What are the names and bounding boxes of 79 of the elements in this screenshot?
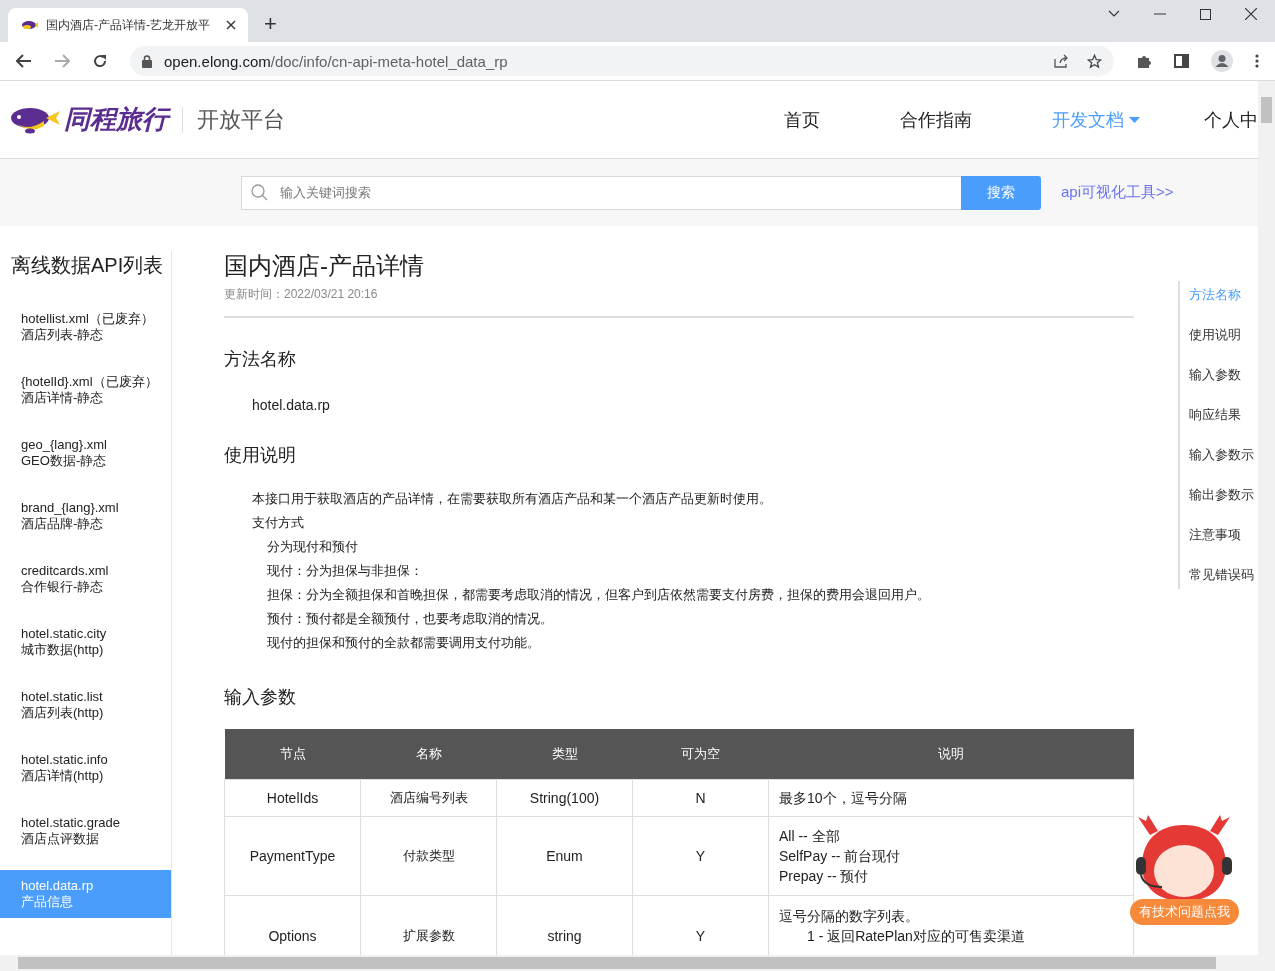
caret-icon bbox=[1129, 116, 1140, 123]
horizontal-scrollbar[interactable] bbox=[0, 955, 1275, 971]
tab-title: 国内酒店-产品详情-艺龙开放平 bbox=[46, 16, 211, 34]
sidebar-title: 离线数据API列表 bbox=[10, 253, 165, 278]
toc-link[interactable]: 输出参数示 bbox=[1180, 481, 1258, 509]
column-header: 说明 bbox=[768, 729, 1134, 780]
section-heading: 使用说明 bbox=[224, 444, 297, 467]
table-cell: HotelIds bbox=[224, 779, 361, 817]
api-tool-link[interactable]: api可视化工具>> bbox=[1061, 183, 1174, 202]
share-icon[interactable] bbox=[1054, 54, 1069, 68]
section-heading: 输入参数 bbox=[224, 686, 297, 709]
usage-text: 预付：预付都是全额预付，也要考虑取消的情况。 bbox=[266, 610, 554, 628]
toc-link[interactable]: 响应结果 bbox=[1180, 401, 1258, 429]
sidebar-item[interactable]: hotel.static.grade 酒店点评数据 bbox=[0, 807, 171, 855]
sidebar-item[interactable]: geo_{lang}.xml GEO数据-静态 bbox=[0, 429, 171, 477]
table-cell: Enum bbox=[496, 816, 633, 896]
table-cell: String(100) bbox=[496, 779, 633, 817]
nav-link[interactable]: 首页 bbox=[784, 107, 900, 132]
toc-link[interactable]: 注意事项 bbox=[1180, 521, 1258, 549]
puzzle-icon[interactable] bbox=[1136, 53, 1152, 69]
description-text: 1 - 返回RatePlan对应的可售卖渠道 bbox=[806, 927, 1026, 946]
table-cell: Y bbox=[632, 816, 769, 896]
nav-link[interactable]: 个人中 bbox=[1204, 107, 1258, 132]
toc-link[interactable]: 使用说明 bbox=[1180, 321, 1258, 349]
sidebar-item[interactable]: hotel.static.list 酒店列表(http) bbox=[0, 681, 171, 729]
description-text: 最多10个，逗号分隔 bbox=[779, 789, 908, 808]
description-text: All -- 全部 bbox=[779, 827, 841, 846]
toc-link[interactable]: 常见错误码 bbox=[1180, 561, 1258, 589]
profile-icon[interactable] bbox=[1211, 50, 1233, 72]
maximize-icon[interactable] bbox=[1200, 8, 1211, 20]
platform-title: 开放平台 bbox=[182, 106, 285, 133]
search-input[interactable]: 输入关键词搜索 bbox=[278, 184, 961, 201]
column-header: 节点 bbox=[224, 729, 361, 780]
star-icon[interactable] bbox=[1087, 53, 1102, 69]
update-time: 更新时间：2022/03/21 20:16 bbox=[224, 286, 379, 303]
usage-text: 支付方式 bbox=[252, 514, 305, 532]
sidebar-item[interactable]: brand_{lang}.xml 酒店品牌-静态 bbox=[0, 492, 171, 540]
address-field[interactable]: open.elong.com/doc/info/cn-api-meta-hotel_data_rp bbox=[130, 46, 1114, 76]
usage-text: 担保：分为全额担保和首晚担保，都需要考虑取消的情况，但客户到店依然需要支付房费，担保的费用会退回用户。 bbox=[266, 586, 931, 604]
side-panel-icon[interactable] bbox=[1174, 54, 1189, 68]
back-arrow-icon[interactable] bbox=[16, 54, 32, 68]
usage-text: 本接口用于获取酒店的产品详情，在需要获取所有酒店产品和某一个酒店产品更新时使用。 bbox=[252, 490, 773, 508]
toc-link[interactable]: 输入参数示 bbox=[1180, 441, 1258, 469]
vertical-scrollbar[interactable] bbox=[1258, 81, 1275, 955]
table-cell: 酒店编号列表 bbox=[360, 779, 497, 817]
column-header: 类型 bbox=[496, 729, 633, 780]
browser-tab[interactable]: 国内酒店-产品详情-艺龙开放平 bbox=[8, 8, 248, 42]
section-heading: 方法名称 bbox=[224, 348, 297, 371]
usage-text: 现付：分为担保与非担保： bbox=[266, 562, 424, 580]
sidebar-item[interactable]: hotel.static.info 酒店详情(http) bbox=[0, 744, 171, 792]
menu-icon[interactable] bbox=[1255, 54, 1259, 68]
description-text: SelfPay -- 前台现付 bbox=[779, 847, 902, 866]
table-cell: N bbox=[632, 779, 769, 817]
usage-text: 分为现付和预付 bbox=[266, 538, 359, 556]
sidebar-item[interactable]: creditcards.xml 合作银行-静态 bbox=[0, 555, 171, 603]
description-text: Prepay -- 预付 bbox=[779, 867, 870, 886]
nav-link[interactable]: 合作指南 bbox=[900, 107, 1052, 132]
sidebar-item[interactable]: {hotelId}.xml（已废弃） 酒店详情-静态 bbox=[0, 366, 171, 414]
column-header: 名称 bbox=[360, 729, 497, 780]
usage-text: 现付的担保和预付的全款都需要调用支付功能。 bbox=[266, 634, 541, 652]
sidebar-item[interactable]: hotellist.xml（已废弃） 酒店列表-静态 bbox=[0, 303, 171, 351]
table-cell: 付款类型 bbox=[360, 816, 497, 896]
toc-link[interactable]: 输入参数 bbox=[1180, 361, 1258, 389]
reload-icon[interactable] bbox=[92, 53, 108, 69]
table-cell: PaymentType bbox=[224, 816, 361, 896]
method-name: hotel.data.rp bbox=[252, 397, 331, 413]
new-tab-button[interactable]: + bbox=[264, 11, 277, 37]
lock-icon bbox=[142, 54, 152, 68]
column-header: 可为空 bbox=[632, 729, 769, 780]
page-title: 国内酒店-产品详情 bbox=[224, 251, 425, 281]
sidebar-item[interactable]: hotel.static.city 城市数据(http) bbox=[0, 618, 171, 666]
fish-icon bbox=[22, 20, 38, 30]
search-field[interactable]: 输入关键词搜索 bbox=[241, 175, 961, 210]
fish-logo-icon bbox=[10, 105, 62, 134]
search-icon bbox=[251, 184, 268, 201]
chevron-down-icon[interactable] bbox=[1108, 10, 1120, 18]
close-icon[interactable] bbox=[226, 20, 236, 30]
description-text: 逗号分隔的数字列表。 bbox=[779, 907, 920, 926]
close-icon[interactable] bbox=[1245, 8, 1257, 20]
